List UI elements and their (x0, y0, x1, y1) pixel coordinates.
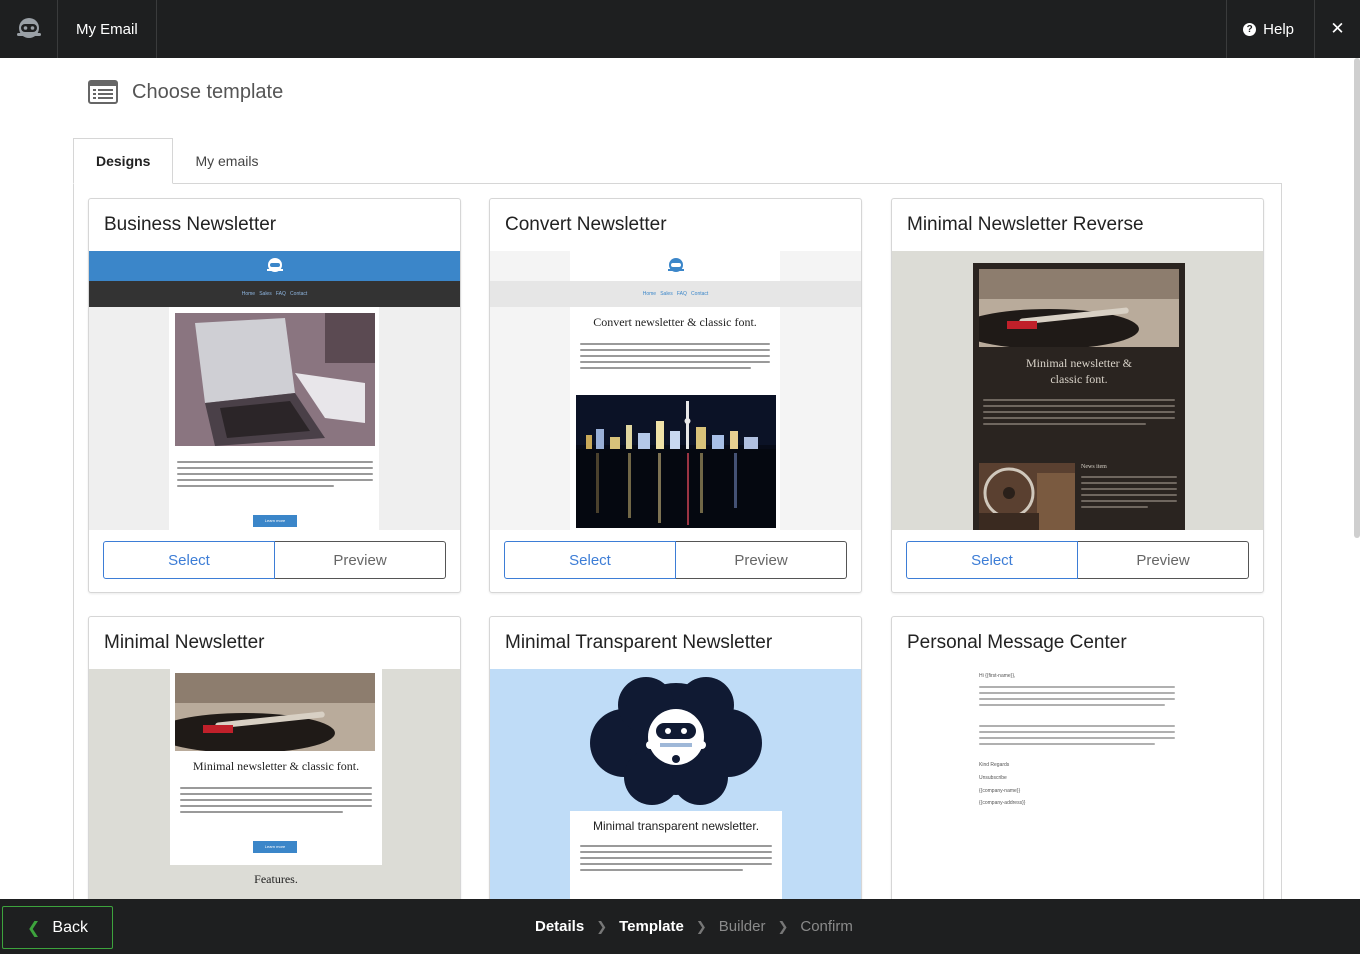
city-night-photo (576, 395, 776, 528)
thumb-nav: Home Sales FAQ Contact (89, 281, 460, 307)
help-button[interactable]: ? Help (1226, 0, 1314, 58)
template-thumbnail[interactable]: Hi {{first-name}}, Kind Regards Unsubscr… (892, 669, 1263, 915)
chevron-right-icon: ❯ (596, 918, 608, 934)
chevron-right-icon: ❯ (695, 918, 707, 934)
template-thumbnail[interactable]: Home Sales FAQ Contact Learn more (89, 251, 460, 530)
thumb-heading: Convert newsletter & classic font. (593, 315, 757, 329)
thumb-company-address: {{company-address}} (979, 800, 1026, 806)
robot-cloud-icon (590, 677, 762, 805)
thumb-heading: Minimal transparent newsletter. (592, 819, 760, 833)
help-label: Help (1263, 20, 1294, 38)
laptop-photo (175, 313, 375, 446)
robot-logo-icon (668, 258, 684, 272)
preview-button[interactable]: Preview (1078, 541, 1249, 579)
top-bar: My Email ? Help ✕ (0, 0, 1360, 58)
template-card-minimal-transparent-newsletter: Minimal Transparent Newsletter Minimal t… (489, 616, 862, 916)
thumb-cta-button: Learn more (253, 515, 297, 527)
back-button[interactable]: ❮ Back (2, 906, 113, 949)
template-card-convert-newsletter: Convert Newsletter Home Sales FAQ Contac… (489, 198, 862, 593)
template-card-business-newsletter: Business Newsletter Home Sales FAQ Conta… (88, 198, 461, 593)
chevron-right-icon: ❯ (777, 918, 789, 934)
page-title: Choose template (132, 80, 284, 103)
close-icon[interactable]: ✕ (1314, 0, 1360, 58)
chevron-left-icon: ❮ (27, 919, 41, 937)
card-title: Minimal Newsletter (104, 632, 265, 653)
card-title: Minimal Newsletter Reverse (907, 214, 1144, 235)
wizard-steps: Details ❯ Template ❯ Builder ❯ Confirm (535, 899, 853, 954)
turntable-photo (979, 269, 1179, 347)
thumb-unsubscribe: Unsubscribe (979, 775, 1007, 781)
thumb-greeting: Hi {{first-name}}, (979, 673, 1016, 679)
robot-logo-icon[interactable] (0, 0, 58, 58)
page-header: Choose template (88, 80, 283, 104)
select-button[interactable]: Select (504, 541, 676, 579)
thumb-company-name: {{company-name}} (979, 788, 1021, 794)
step-builder: Builder (718, 918, 766, 935)
template-thumbnail[interactable]: Minimal newsletter & classic font. Learn… (89, 669, 460, 915)
thumb-features: Features. (254, 872, 298, 886)
thumb-heading: Minimal newsletter & classic font. (192, 759, 360, 773)
template-list-icon (88, 80, 118, 104)
template-card-minimal-newsletter-reverse: Minimal Newsletter Reverse Minimal newsl… (891, 198, 1264, 593)
bottom-bar: ❮ Back Details ❯ Template ❯ Builder ❯ Co… (0, 899, 1360, 954)
select-button[interactable]: Select (906, 541, 1078, 579)
template-thumbnail[interactable]: Minimal transparent newsletter. (490, 669, 861, 915)
tab-my-emails[interactable]: My emails (173, 138, 280, 184)
thumb-nav: Home Sales FAQ Contact (490, 281, 861, 307)
tab-designs[interactable]: Designs (73, 138, 174, 184)
template-tabs: Designs My emails (73, 138, 280, 184)
template-card-minimal-newsletter: Minimal Newsletter Minimal newsletter & … (88, 616, 461, 916)
thumb-heading: Minimal newsletter & classic font. (1026, 356, 1132, 386)
card-actions: Select Preview (504, 541, 847, 579)
select-button[interactable]: Select (103, 541, 275, 579)
back-label: Back (52, 918, 88, 936)
card-actions: Select Preview (906, 541, 1249, 579)
template-thumbnail[interactable]: Home Sales FAQ Contact Convert newslette… (490, 251, 861, 530)
card-title: Minimal Transparent Newsletter (505, 632, 773, 653)
thumb-cta-button: Learn more (253, 841, 297, 853)
template-thumbnail[interactable]: Minimal newsletter & classic font. News … (892, 251, 1263, 530)
preview-button[interactable]: Preview (275, 541, 446, 579)
step-details[interactable]: Details (535, 918, 584, 935)
question-icon: ? (1243, 22, 1257, 36)
card-title: Personal Message Center (907, 632, 1127, 653)
step-template[interactable]: Template (619, 918, 684, 935)
thumb-regards: Kind Regards (979, 762, 1010, 768)
car-interior-photo (979, 463, 1075, 530)
robot-logo-icon (267, 258, 283, 272)
app-title[interactable]: My Email (58, 0, 157, 58)
preview-button[interactable]: Preview (676, 541, 847, 579)
step-confirm: Confirm (800, 918, 853, 935)
turntable-photo (175, 673, 375, 751)
card-title: Convert Newsletter (505, 214, 667, 235)
card-actions: Select Preview (103, 541, 446, 579)
scrollbar[interactable] (1354, 58, 1360, 538)
thumb-news-heading: News item (1081, 464, 1107, 470)
template-card-personal-message-center: Personal Message Center Hi {{first-name}… (891, 616, 1264, 916)
card-title: Business Newsletter (104, 214, 277, 235)
